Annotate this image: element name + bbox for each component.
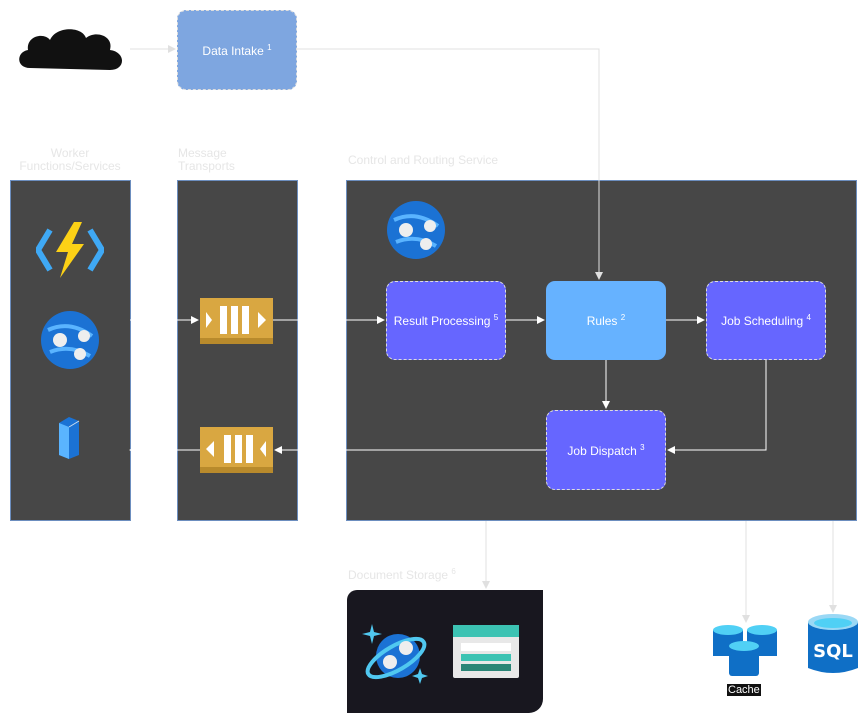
rules-node[interactable]: Rules 2 — [546, 281, 666, 360]
app-service-icon — [387, 201, 445, 259]
data-intake-label: Data Intake 1 — [202, 42, 272, 58]
job-scheduling-label: Job Scheduling 4 — [721, 313, 811, 328]
sql-database-icon: SQL — [808, 614, 858, 673]
result-processing-node[interactable]: Result Processing 5 — [386, 281, 506, 360]
architecture-diagram: Data Intake 1 Worker Functions/Services … — [0, 0, 867, 725]
cosmos-db-icon — [362, 624, 428, 684]
job-scheduling-node[interactable]: Job Scheduling 4 — [706, 281, 826, 360]
queue-outbound-icon — [200, 427, 273, 473]
control-group-label: Control and Routing Service — [348, 153, 499, 167]
cache-icon — [713, 625, 777, 676]
storage-group-label: Document Storage 6 — [348, 567, 456, 582]
rules-label: Rules 2 — [586, 313, 626, 328]
transports-group-label: Message Transports — [178, 146, 235, 173]
queue-inbound-icon — [200, 298, 273, 344]
data-intake-node[interactable]: Data Intake 1 — [177, 10, 297, 90]
cloud-icon — [19, 29, 122, 70]
azure-function-icon — [36, 222, 104, 278]
job-dispatch-label: Job Dispatch 3 — [567, 442, 645, 458]
sql-text: SQL — [813, 641, 853, 662]
job-dispatch-node[interactable]: Job Dispatch 3 — [546, 410, 666, 490]
server-icon — [59, 417, 80, 459]
cache-label: Cache — [727, 684, 761, 696]
workers-group-label: Worker Functions/Services — [19, 146, 121, 173]
result-processing-label: Result Processing 5 — [393, 313, 499, 328]
table-storage-icon — [453, 625, 519, 678]
app-service-icon — [41, 311, 99, 369]
